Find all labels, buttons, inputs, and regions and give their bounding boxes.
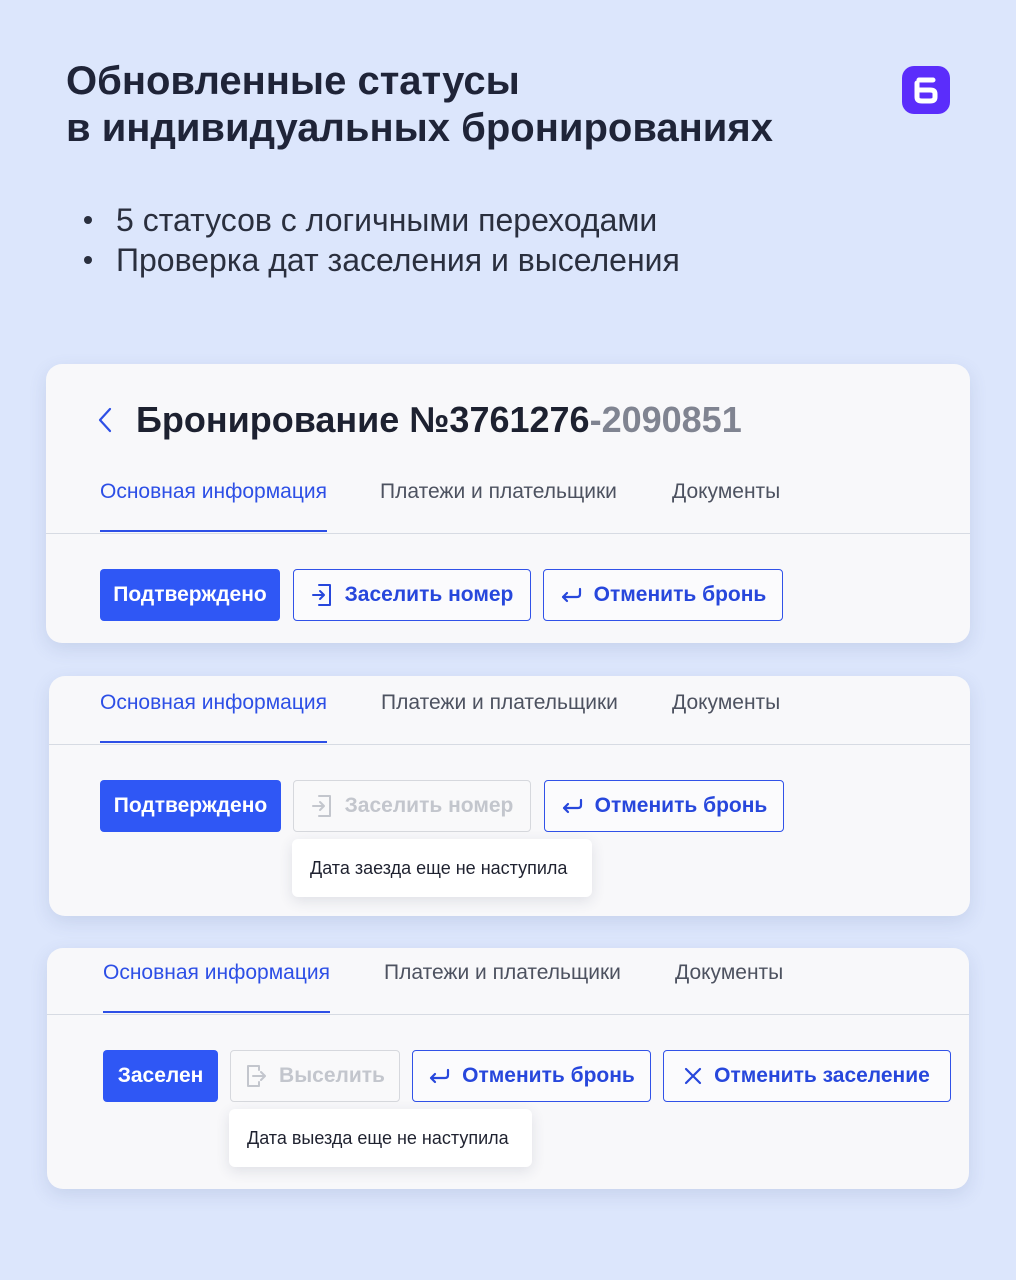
- back-button[interactable]: [98, 404, 118, 436]
- cancel-booking-button[interactable]: Отменить бронь: [412, 1050, 651, 1102]
- door-enter-icon: [311, 795, 331, 817]
- return-arrow-icon: [561, 587, 581, 603]
- checkin-button-disabled[interactable]: Заселить номер: [293, 780, 531, 832]
- tab-documents[interactable]: Документы: [672, 682, 780, 743]
- booking-card-checkin-disabled: Основная информация Платежи и плательщик…: [49, 676, 970, 916]
- cancel-booking-button[interactable]: Отменить бронь: [543, 569, 783, 621]
- tab-payments[interactable]: Платежи и плательщики: [384, 952, 621, 1013]
- status-label: Подтверждено: [113, 794, 268, 817]
- door-enter-icon: [311, 584, 331, 606]
- status-checked-in-button[interactable]: Заселен: [103, 1050, 218, 1102]
- tab-main-info[interactable]: Основная информация: [100, 471, 327, 532]
- checkout-tooltip: Дата выезда еще не наступила: [229, 1109, 532, 1167]
- tab-documents[interactable]: Документы: [675, 952, 783, 1013]
- checkout-button-disabled[interactable]: Выселить: [230, 1050, 400, 1102]
- list-item: 5 статусов с логичными переходами: [84, 200, 680, 240]
- checkin-label: Заселить номер: [344, 583, 514, 606]
- status-confirmed-button[interactable]: Подтверждено: [100, 780, 281, 832]
- tab-documents[interactable]: Документы: [672, 471, 780, 532]
- feature-text: Проверка дат заселения и выселения: [116, 242, 680, 278]
- tab-bar: Основная информация Платежи и плательщик…: [47, 952, 969, 1015]
- brand-logo-icon: [902, 66, 950, 114]
- cancel-checkin-button[interactable]: Отменить заселение: [663, 1050, 951, 1102]
- tab-bar: Основная информация Платежи и плательщик…: [49, 682, 970, 745]
- return-arrow-icon: [430, 1068, 450, 1084]
- feature-list: 5 статусов с логичными переходами Провер…: [84, 200, 680, 280]
- tab-main-info[interactable]: Основная информация: [103, 952, 330, 1013]
- tooltip-text: Дата заезда еще не наступила: [310, 857, 568, 878]
- booking-title: Бронирование №3761276-2090851: [136, 398, 742, 442]
- tooltip-text: Дата выезда еще не наступила: [247, 1127, 509, 1148]
- close-x-icon: [685, 1067, 702, 1085]
- booking-card-checked-in: Основная информация Платежи и плательщик…: [47, 948, 969, 1189]
- page-headline: Обновленные статусы в индивидуальных бро…: [66, 58, 886, 152]
- status-confirmed-button[interactable]: Подтверждено: [100, 569, 280, 621]
- checkin-button[interactable]: Заселить номер: [293, 569, 531, 621]
- headline-line-2: в индивидуальных бронированиях: [66, 106, 773, 150]
- booking-number: Бронирование №3761276: [136, 399, 590, 440]
- door-exit-icon: [247, 1065, 267, 1087]
- tab-main-info[interactable]: Основная информация: [100, 682, 327, 743]
- status-label: Подтверждено: [113, 583, 267, 606]
- chevron-left-icon: [98, 407, 112, 433]
- booking-card-confirmed: Бронирование №3761276-2090851 Основная и…: [46, 364, 970, 643]
- tab-payments[interactable]: Платежи и плательщики: [381, 682, 618, 743]
- checkout-label: Выселить: [279, 1064, 385, 1087]
- tab-bar: Основная информация Платежи и плательщик…: [46, 471, 970, 534]
- checkin-tooltip: Дата заезда еще не наступила: [292, 839, 592, 897]
- tab-payments[interactable]: Платежи и плательщики: [380, 471, 617, 532]
- cancel-label: Отменить бронь: [462, 1064, 635, 1087]
- cancel-label: Отменить бронь: [593, 583, 767, 606]
- booking-number-suffix: -2090851: [589, 399, 742, 440]
- status-label: Заселен: [117, 1064, 204, 1087]
- return-arrow-icon: [562, 798, 582, 814]
- bullet-dot: [84, 256, 92, 264]
- checkin-label: Заселить номер: [344, 794, 514, 817]
- list-item: Проверка дат заселения и выселения: [84, 240, 680, 280]
- cancel-booking-button[interactable]: Отменить бронь: [544, 780, 784, 832]
- feature-text: 5 статусов с логичными переходами: [116, 202, 658, 238]
- cancel-checkin-label: Отменить заселение: [714, 1064, 930, 1087]
- cancel-label: Отменить бронь: [594, 794, 768, 817]
- headline-line-1: Обновленные статусы: [66, 59, 520, 103]
- bullet-dot: [84, 216, 92, 224]
